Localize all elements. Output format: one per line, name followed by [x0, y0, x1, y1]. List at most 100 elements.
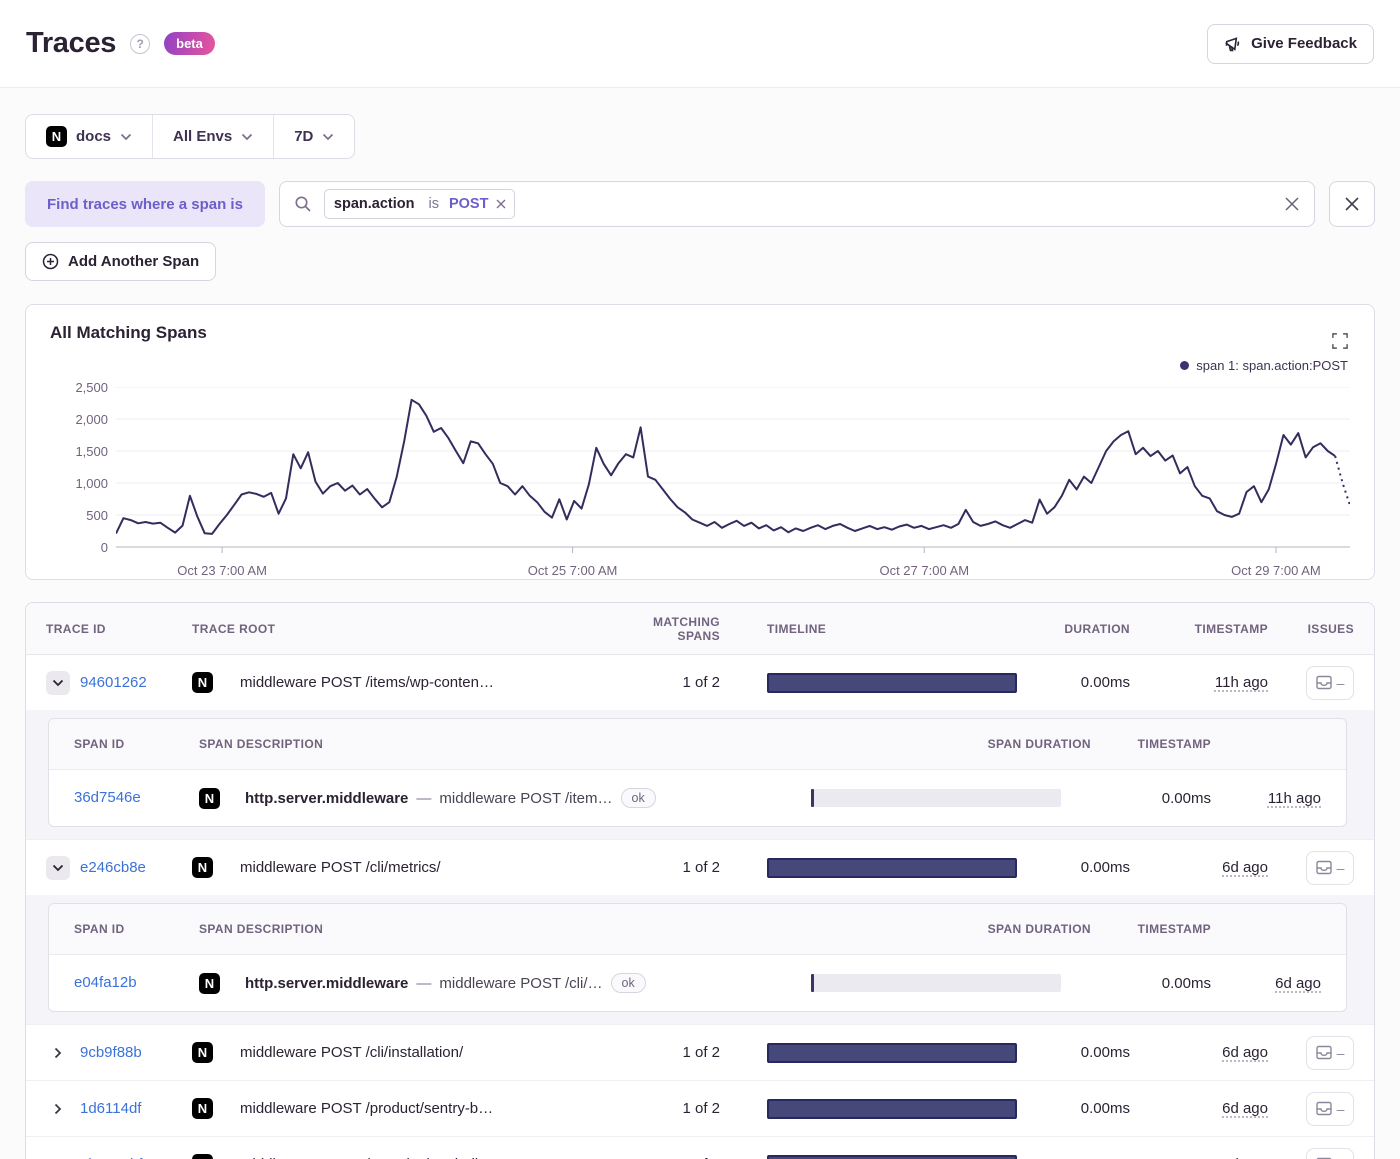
y-axis-tick: 2,000 [75, 412, 108, 427]
legend-label: span 1: span.action:POST [1196, 358, 1348, 373]
matching-spans-chart-card: All Matching Spans span 1: span.action:P… [25, 304, 1375, 580]
give-feedback-label: Give Feedback [1251, 35, 1357, 52]
span-timeline-track[interactable] [811, 974, 1061, 992]
inbox-icon [1315, 1045, 1332, 1060]
trace-id-link[interactable]: 1d6114df [80, 1100, 141, 1117]
search-filter-token[interactable]: span.action is POST [323, 189, 516, 219]
expanded-span-zone: SPAN ID SPAN DESCRIPTION SPAN DURATION T… [26, 895, 1374, 1024]
trace-id-link[interactable]: 9cb9f88b [80, 1044, 142, 1061]
header-span-duration: SPAN DURATION [987, 922, 1091, 936]
header-span-timestamp: TIMESTAMP [1137, 922, 1211, 936]
header-trace-id: TRACE ID [46, 621, 106, 636]
project-selector[interactable]: N docs [26, 115, 152, 158]
inbox-icon [1315, 860, 1332, 875]
help-icon[interactable]: ? [130, 33, 151, 54]
filter-bar: N docs All Envs 7D [25, 114, 356, 159]
span-duration-value: 0.00ms [1161, 974, 1211, 992]
trace-root-text: middleware POST /items/wp-conten… [240, 674, 494, 691]
span-timestamp-value[interactable]: 11h ago [1268, 790, 1321, 807]
span-filter-label: Find traces where a span is [25, 181, 265, 227]
nextjs-logo-icon: N [192, 672, 213, 693]
header-span-id: SPAN ID [74, 922, 125, 936]
traces-table: TRACE ID TRACE ROOT MATCHING SPANS TIMEL… [25, 602, 1375, 1159]
span-subtable-header: SPAN ID SPAN DESCRIPTION SPAN DURATION T… [49, 719, 1346, 770]
collapse-chevron-icon[interactable] [46, 855, 70, 880]
timestamp-value[interactable]: 11h ago [1215, 674, 1268, 691]
expand-chevron-icon[interactable] [46, 1097, 70, 1121]
timeline-bar[interactable] [767, 1154, 1017, 1159]
span-subtable: SPAN ID SPAN DESCRIPTION SPAN DURATION T… [48, 718, 1347, 827]
span-status-badge: ok [610, 973, 646, 993]
chevron-down-icon [241, 133, 253, 141]
expand-chevron-icon[interactable] [46, 1041, 70, 1065]
y-axis-tick: 2,500 [75, 380, 108, 395]
duration-value: 0.00ms [1080, 674, 1130, 691]
token-remove-icon[interactable] [494, 199, 514, 209]
nextjs-logo-icon: N [192, 857, 213, 878]
span-timeline-marker [811, 974, 814, 992]
date-range-selector[interactable]: 7D [273, 115, 354, 158]
issues-count: – [1336, 1044, 1345, 1061]
search-icon [294, 195, 312, 213]
span-timestamp-value[interactable]: 6d ago [1275, 975, 1321, 992]
span-id-link[interactable]: 36d7546e [74, 789, 141, 806]
trace-id-link[interactable]: 5b72a6bf [80, 1156, 143, 1159]
timeline-bar[interactable] [767, 857, 1017, 878]
duration-value: 0.00ms [1080, 1100, 1130, 1117]
trace-id-link[interactable]: 94601262 [80, 674, 147, 691]
page-title: Traces [26, 27, 117, 59]
date-range-selector-label: 7D [294, 128, 314, 145]
nextjs-logo-icon: N [192, 1098, 213, 1119]
trace-id-link[interactable]: e246cb8e [80, 859, 146, 876]
trace-rows: 94601262 N middleware POST /items/wp-con… [26, 655, 1374, 1159]
issues-button[interactable]: – [1306, 1035, 1354, 1070]
timestamp-value[interactable]: 6d ago [1222, 1100, 1268, 1117]
span-timeline-marker [811, 789, 814, 807]
header-trace-root: TRACE ROOT [192, 621, 276, 636]
project-selector-label: docs [76, 128, 112, 145]
issues-button[interactable]: – [1306, 850, 1354, 885]
expand-chevron-icon[interactable] [46, 1153, 70, 1159]
timestamp-value[interactable]: 6d ago [1222, 859, 1268, 876]
y-axis-tick: 1,000 [75, 476, 108, 491]
give-feedback-button[interactable]: Give Feedback [1207, 23, 1374, 64]
chart-y-axis: 0 500 1,000 1,500 2,000 2,500 [50, 380, 116, 557]
header-timeline: TIMELINE [767, 621, 827, 636]
table-row: 94601262 N middleware POST /items/wp-con… [26, 655, 1374, 710]
span-operation: http.server.middleware [245, 974, 409, 992]
environment-selector[interactable]: All Envs [152, 115, 273, 158]
remove-span-filter-button[interactable] [1329, 181, 1375, 227]
clear-search-icon[interactable] [1284, 196, 1300, 212]
header-matching-spans: MATCHING SPANS [653, 614, 720, 643]
span-subtable-header: SPAN ID SPAN DESCRIPTION SPAN DURATION T… [49, 904, 1346, 955]
timeline-bar[interactable] [767, 1098, 1017, 1119]
chevron-down-icon [322, 133, 334, 141]
matching-spans-count: 1 of 2 [682, 674, 720, 691]
issues-count: – [1336, 859, 1345, 876]
collapse-chevron-icon[interactable] [46, 670, 70, 695]
header-span-timestamp: TIMESTAMP [1137, 737, 1211, 751]
y-axis-tick: 1,500 [75, 444, 108, 459]
span-id-link[interactable]: e04fa12b [74, 974, 137, 991]
timeline-bar[interactable] [767, 672, 1017, 693]
fullscreen-icon[interactable] [1332, 333, 1348, 349]
nextjs-logo-icon: N [199, 787, 220, 809]
trace-root-text: middleware POST /cli/metrics/ [240, 859, 441, 876]
issues-button[interactable]: – [1306, 1147, 1354, 1159]
issues-button[interactable]: – [1306, 1091, 1354, 1126]
span-timeline-track[interactable] [811, 789, 1061, 807]
token-value: POST [448, 196, 489, 212]
span-search-input[interactable]: span.action is POST [278, 181, 1315, 227]
span-description-text: middleware POST /cli/… [439, 974, 603, 992]
timeline-bar[interactable] [767, 1042, 1017, 1063]
beta-badge: beta [164, 32, 215, 55]
chart-plot: Oct 23 7:00 AM Oct 25 7:00 AM Oct 27 7:00 … [116, 387, 1350, 578]
timestamp-value[interactable]: 6d ago [1222, 1044, 1268, 1061]
chart-area: 0 500 1,000 1,500 2,000 2,500 Oct 23 7:00 AM O… [50, 380, 1350, 578]
expanded-span-zone: SPAN ID SPAN DESCRIPTION SPAN DURATION T… [26, 710, 1374, 839]
add-another-span-button[interactable]: Add Another Span [25, 242, 217, 281]
issues-button[interactable]: – [1306, 665, 1354, 700]
trace-root-text: middleware POST /cli/installation/ [240, 1044, 464, 1061]
table-row: e246cb8e N middleware POST /cli/metrics/… [26, 840, 1374, 895]
span-duration-value: 0.00ms [1161, 789, 1211, 807]
